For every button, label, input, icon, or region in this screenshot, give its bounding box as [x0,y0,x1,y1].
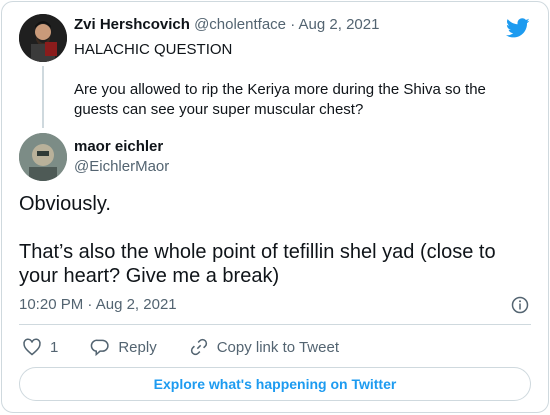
link-icon [190,338,207,356]
reply-paragraph-1: Obviously. [19,193,111,215]
explore-label: Explore what's happening on Twitter [153,376,397,392]
reply-tweet-text: Obviously. That’s also the whole point o… [19,192,519,288]
embedded-tweet-card: Zvi Hershcovich @cholentface · Aug 2, 20… [1,1,549,413]
reply-author-name[interactable]: maor eichler [74,138,163,155]
heart-icon [23,338,41,356]
parent-tweet-line-2: Are you allowed to rip the Keriya more d… [74,81,486,118]
reply-author-handle[interactable]: @EichlerMaor [74,158,169,175]
like-button[interactable]: 1 [22,337,58,357]
reply-icon [91,339,109,357]
like-count: 1 [50,338,59,356]
author-name[interactable]: Zvi Hershcovich [74,16,190,33]
copy-link-button[interactable]: Copy link to Tweet [189,337,339,357]
parent-tweet-text: HALACHIC QUESTION Are you allowed to rip… [74,40,534,120]
avatar-maor-eichler[interactable] [19,133,67,181]
reply-button[interactable]: Reply [90,337,157,357]
copy-link-label: Copy link to Tweet [216,338,339,356]
author-handle[interactable]: @cholentface [194,16,286,33]
parent-tweet-header: Zvi Hershcovich @cholentface · Aug 2, 20… [74,16,379,33]
separator-dot: · [87,296,93,313]
tweet-actions: 1 Reply Copy link to Tweet [22,337,371,357]
divider [19,324,531,325]
twitter-bird-icon[interactable] [506,16,530,40]
avatar-zvi-hershcovich[interactable] [19,14,67,62]
reply-label: Reply [118,338,157,356]
separator-dot: · [290,16,296,33]
reply-paragraph-2: That’s also the whole point of tefillin … [19,241,496,287]
explore-twitter-button[interactable]: Explore what's happening on Twitter [19,367,531,401]
info-icon[interactable] [511,296,529,314]
tweet-timestamp[interactable]: 10:20 PM · Aug 2, 2021 [19,296,177,313]
thread-connector-line [42,66,44,128]
tweet-time: 10:20 PM [19,296,84,313]
tweet-date[interactable]: Aug 2, 2021 [299,16,380,33]
tweet-date: Aug 2, 2021 [95,296,177,313]
parent-tweet-line-1: HALACHIC QUESTION [74,41,233,58]
